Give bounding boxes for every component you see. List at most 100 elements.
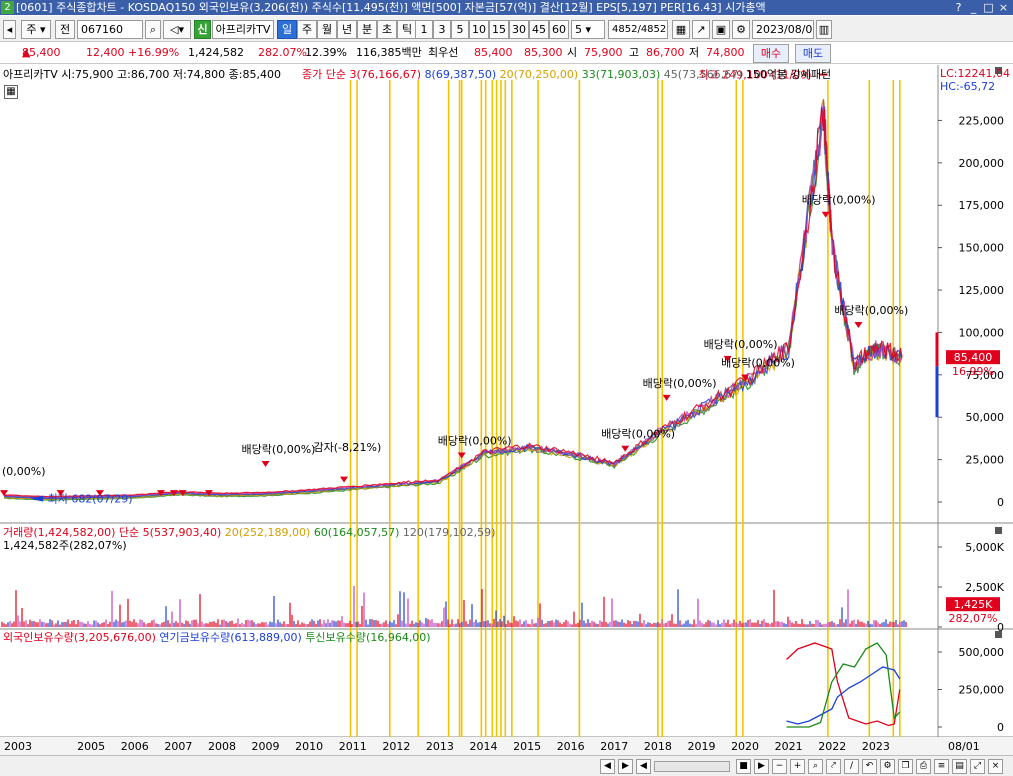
y-tick-label: 175,000 [959,199,1005,212]
play-back-button[interactable]: ◀ [636,759,651,774]
capital-reduction-annotation: 감자(-8,21%) [314,441,382,454]
dividend-annotation: 배당락(0,00%) [704,338,778,351]
panel-close-icon [995,631,1002,638]
fullscreen-icon[interactable]: ⤢ [970,759,985,774]
stock-chart[interactable]: 2003 2005 2006 2007 2008 2009 2010 2011 2012 2013… [0,65,1013,755]
interval-input[interactable]: 5 ▾ [571,20,605,39]
magnify-icon[interactable]: ⌕ [808,759,823,774]
quote-bar: 85,400 ▲ 12,400 +16.99% 1,424,582 282.07… [0,43,1013,64]
print-icon[interactable]: ⎙ [916,759,931,774]
interval-60[interactable]: 60 [549,20,569,39]
quote-volume: 1,424,582 [188,46,244,59]
scroll-track[interactable] [654,761,730,772]
close-button[interactable]: × [996,0,1011,15]
quote-low: 74,800 [706,46,745,59]
window-title-bar: 2 [0601] 주식종합차트 - KOSDAQ150 외국인보유(3,206(천… [0,0,1013,15]
tab-yearly[interactable]: 년 [337,20,357,39]
stop-button[interactable]: ■ [736,759,751,774]
interval-5[interactable]: 5 [451,20,469,39]
quote-high: 86,700 [646,46,685,59]
x-tick-label: 2008 [208,740,236,753]
list-icon[interactable]: ≡ [934,759,949,774]
y-tick-label: 150,000 [959,242,1005,255]
x-tick-label: 2020 [731,740,759,753]
search-icon[interactable]: ⌕ [145,20,161,39]
buy-button[interactable]: 매수 [753,44,789,63]
chart-type-icon[interactable]: ▦ [672,20,690,39]
zoom-in-button[interactable]: + [790,759,805,774]
holding-legend: 외국인보유수량(3,205,676,00) 연기금보유수량(613,889,00… [3,631,431,644]
tab-daily[interactable]: 일 [277,20,297,39]
interval-3[interactable]: 3 [433,20,451,39]
early-annotation: (0,00%) [2,465,46,478]
quote-open: 75,900 [584,46,623,59]
help-button[interactable]: ? [951,0,966,15]
stock-code-input[interactable]: 067160 [77,20,143,39]
x-tick-label: 2018 [644,740,672,753]
sell-button[interactable]: 매도 [795,44,831,63]
x-tick-label: 2014 [470,740,498,753]
line-tool-icon[interactable]: ∕ [844,759,859,774]
dividend-annotation: 배당락(0,00%) [721,357,795,370]
interval-15[interactable]: 15 [489,20,509,39]
period-mode-select[interactable]: 주 ▾ [21,20,51,39]
current-price-tag: 85,400 [954,351,993,364]
save-icon[interactable]: ▣ [712,20,730,39]
minimize-button[interactable]: _ [966,0,981,15]
calendar-icon[interactable]: ▥ [816,20,832,39]
settings-icon[interactable]: ⚙ [880,759,895,774]
quote-low-label: 저 [689,46,700,59]
interval-10[interactable]: 10 [469,20,489,39]
tab-tick[interactable]: 틱 [397,20,417,39]
tab-monthly[interactable]: 월 [317,20,337,39]
x-tick-label: 2015 [513,740,541,753]
scroll-left-button[interactable]: ◀ [600,759,615,774]
bottom-toolbar: ◀ ▶ ◀ ■ ▶ − + ⌕ ⤤ ∕ ↶ ⚙ ❐ ⎙ ≡ ▤ ⤢ × [0,755,1013,776]
left-arrow-icon[interactable]: ◂ [3,20,16,39]
price-ma-legend: 종가 단순 3(76,166,67) 8(69,387,50) 20(70,25… [302,68,832,81]
date-field[interactable]: 2023/08/01 [752,20,814,39]
x-end-label: 08/01 [948,740,980,753]
interval-1[interactable]: 1 [415,20,433,39]
chart-icon[interactable]: ▤ [952,759,967,774]
chart-area[interactable]: 2003 2005 2006 2007 2008 2009 2010 2011 2012 2013… [0,65,1013,755]
tab-weekly[interactable]: 주 [297,20,317,39]
play-button[interactable]: ▶ [754,759,769,774]
quote-bid: 85,300 [524,46,563,59]
speaker-dropdown-icon[interactable]: ◁▾ [163,20,191,39]
gear-icon[interactable]: ⚙ [732,20,750,39]
prev-button[interactable]: 전 [55,20,75,39]
hc-readout: HC:-65,72 [940,80,996,93]
window-controls: ? _ □ × [951,0,1011,15]
quote-turnover: 12.39% [305,46,347,59]
interval-45[interactable]: 45 [529,20,549,39]
zoom-out-button[interactable]: − [772,759,787,774]
app-icon: 2 [1,1,14,14]
quote-open-label: 시 [567,46,578,59]
y-tick-label: 50,000 [966,411,1005,424]
dividend-annotation: 배당락(0,00%) [438,435,512,448]
drawing-tool-icon[interactable]: ⤤ [826,759,841,774]
y-tick-label: 0 [997,496,1004,509]
line-draw-icon[interactable]: ↗ [692,20,710,39]
quote-price: 85,400 ▲ [22,46,61,59]
tab-minute[interactable]: 분 [357,20,377,39]
interval-30[interactable]: 30 [509,20,529,39]
x-tick-label: 2005 [77,740,105,753]
new-button[interactable]: 신 [194,20,211,39]
close-panel-icon[interactable]: × [988,759,1003,774]
grid-icon[interactable]: ▦ [4,85,18,99]
copy-icon[interactable]: ❐ [898,759,913,774]
holding-tick-label: 250,000 [959,684,1005,697]
dividend-annotation: 배당락(0,00%) [834,304,908,317]
tab-second[interactable]: 초 [377,20,397,39]
x-tick-label: 2019 [687,740,715,753]
count-field[interactable]: 4852/4852 [608,20,668,39]
quote-change: 12,400 [86,46,125,59]
x-tick-label: 2016 [557,740,585,753]
maximize-button[interactable]: □ [981,0,996,15]
x-tick-label: 2007 [164,740,192,753]
stock-name-field[interactable]: 아프리카TV [212,20,274,39]
scroll-right-button[interactable]: ▶ [618,759,633,774]
undo-icon[interactable]: ↶ [862,759,877,774]
